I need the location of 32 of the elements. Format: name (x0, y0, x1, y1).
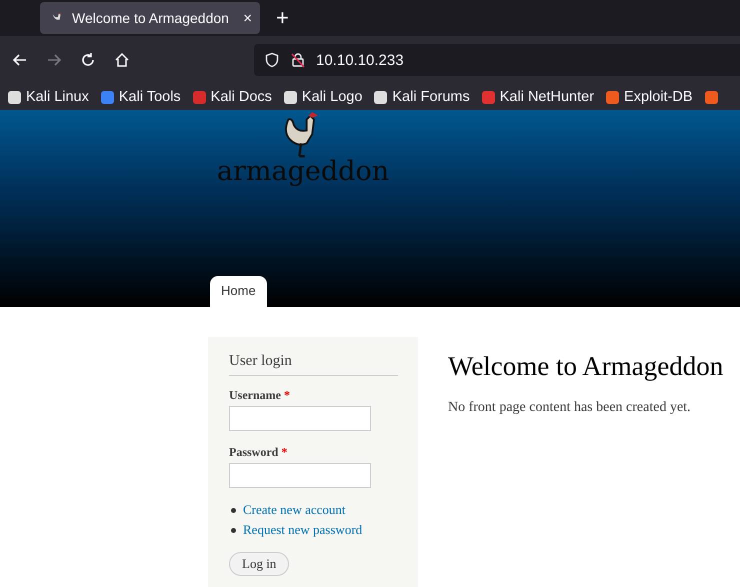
link[interactable]: Request new password (243, 522, 362, 538)
page-heading: Welcome to Armageddon (448, 351, 724, 382)
shield-icon (264, 52, 280, 68)
bookmark[interactable]: Kali NetHunter (482, 89, 594, 105)
bookmark[interactable]: Exploit-DB (606, 89, 693, 105)
panel-title: User login (229, 353, 398, 376)
close-tab-button[interactable]: × (243, 10, 252, 26)
input-field[interactable] (229, 406, 371, 431)
field-label: Username * (229, 388, 291, 403)
bookmark[interactable]: Kali Linux (8, 89, 89, 105)
bullet-icon (231, 528, 236, 532)
url-text: 10.10.10.233 (316, 52, 404, 68)
link[interactable]: Create new account (243, 502, 346, 518)
field-label: Password * (229, 445, 288, 460)
browser-tab[interactable]: Welcome to Armageddon × (40, 2, 260, 34)
address-bar[interactable]: 10.10.10.233 (254, 44, 740, 76)
reload-icon[interactable] (80, 52, 96, 68)
login-button[interactable]: Log in (229, 552, 290, 576)
bookmark[interactable]: Kali Tools (100, 89, 181, 105)
new-tab-button[interactable]: + (272, 5, 293, 31)
back-icon[interactable] (12, 52, 28, 68)
insecure-lock-icon (290, 52, 306, 68)
page-text: No front page content has been created yet. (448, 400, 692, 416)
bookmark[interactable]: Kali Logo (284, 89, 362, 105)
bookmark-icon[interactable] (704, 90, 718, 104)
home-icon[interactable] (114, 52, 130, 68)
menu-tab[interactable]: Home (210, 276, 267, 307)
bullet-icon (231, 508, 236, 512)
bookmark[interactable]: Kali Forums (374, 89, 470, 105)
tab-title: Welcome to Armageddon (72, 10, 230, 26)
bookmark[interactable]: Kali Docs (192, 89, 272, 105)
input-field[interactable] (229, 463, 371, 488)
